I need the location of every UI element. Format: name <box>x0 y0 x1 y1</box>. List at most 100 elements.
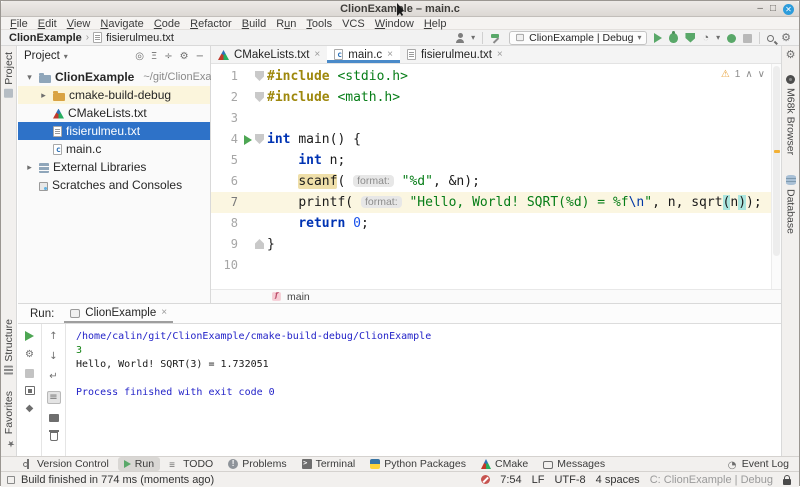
rerun-button[interactable] <box>25 331 34 341</box>
close-icon[interactable]: × <box>161 307 167 318</box>
scroll-to-end-icon[interactable] <box>47 391 61 404</box>
clear-all-icon[interactable] <box>50 432 58 441</box>
debug-button[interactable] <box>669 33 678 43</box>
toolwindow-toggle-icon[interactable] <box>7 476 15 484</box>
console-output[interactable]: /home/calin/git/ClionExample/cmake-build… <box>66 324 781 456</box>
event-log-button[interactable]: Event Log <box>722 457 799 471</box>
settings-gear-icon[interactable]: ⚙ <box>180 51 189 62</box>
toolwindow-terminal[interactable]: Terminal <box>296 457 362 471</box>
run-config-select[interactable]: ClionExample | Debug ▾ <box>509 31 647 45</box>
menu-edit[interactable]: Edit <box>33 18 62 30</box>
code-line-9[interactable]: 9} <box>211 234 771 255</box>
warning-stripe-mark[interactable] <box>774 150 780 153</box>
chevron-down-icon[interactable]: ▾ <box>64 52 68 61</box>
scrollbar-thumb[interactable] <box>773 66 780 256</box>
run-arrow-icon[interactable] <box>244 135 252 145</box>
toolwindow-cmake[interactable]: CMake <box>475 457 534 471</box>
fold-icon[interactable] <box>255 239 264 249</box>
build-hammer-button[interactable] <box>490 32 502 44</box>
editor-scrollbar[interactable] <box>771 64 781 289</box>
toolwindow-run[interactable]: Run <box>118 457 160 471</box>
print-icon[interactable] <box>49 414 59 422</box>
menu-run[interactable]: Run <box>271 18 301 30</box>
menu-code[interactable]: Code <box>149 18 185 30</box>
fold-icon[interactable] <box>255 92 264 102</box>
settings-gear-icon[interactable]: ⚙ <box>781 32 791 44</box>
code-line-2[interactable]: 2#include <math.h> <box>211 87 771 108</box>
code-line-4[interactable]: 4int main() { <box>211 129 771 150</box>
fold-icon[interactable] <box>255 71 264 81</box>
code-line-8[interactable]: 8 return 0; <box>211 213 771 234</box>
project-panel-title[interactable]: Project <box>24 50 60 62</box>
breadcrumb-function[interactable]: main <box>287 291 310 303</box>
toolwindow-python-packages[interactable]: Python Packages <box>364 457 472 471</box>
select-opened-file-icon[interactable]: ◎ <box>135 51 144 62</box>
code-line-6[interactable]: 6 scanf( format: "%d", &n); <box>211 171 771 192</box>
run-tab[interactable]: ClionExample × <box>64 304 173 323</box>
collapse-all-icon[interactable]: Ξ <box>151 51 157 62</box>
pin-tab-icon[interactable] <box>24 403 36 415</box>
down-stack-trace-icon[interactable] <box>48 351 60 363</box>
code-line-5[interactable]: 5 int n; <box>211 150 771 171</box>
menu-window[interactable]: Window <box>370 18 419 30</box>
tool-strip-tab-database[interactable]: Database <box>785 175 797 234</box>
hide-panel-icon[interactable]: − <box>196 51 204 62</box>
toolwindow-problems[interactable]: Problems <box>222 457 292 471</box>
tree-item-external-libraries[interactable]: ▸External Libraries <box>18 158 210 176</box>
minimize-icon[interactable]: – <box>757 2 763 16</box>
attach-process-button[interactable] <box>727 34 736 43</box>
maximize-icon[interactable]: □ <box>770 2 776 16</box>
status-7-54[interactable]: 7:54 <box>500 474 521 486</box>
run-button[interactable] <box>654 33 662 43</box>
tree-item-clionexample[interactable]: ▾ClionExample~/git/ClionExample <box>18 68 210 86</box>
tab-main-c[interactable]: main.c× <box>327 46 400 63</box>
status-lf[interactable]: LF <box>532 474 545 486</box>
chevron-down-icon[interactable]: ▾ <box>471 33 475 42</box>
user-icon[interactable] <box>456 39 464 43</box>
restore-layout-icon[interactable] <box>25 386 35 395</box>
menu-file[interactable]: File <box>5 18 33 30</box>
tab-fisierulmeu-txt[interactable]: fisierulmeu.txt× <box>400 46 510 63</box>
profiler-button[interactable]: ◔ <box>702 32 709 44</box>
code-line-7[interactable]: 7 printf( format: "Hello, World! SQRT(%d… <box>211 192 771 213</box>
up-stack-trace-icon[interactable] <box>48 331 60 343</box>
toolwindow-messages[interactable]: Messages <box>537 457 611 471</box>
code-line-10[interactable]: 10 <box>211 255 771 276</box>
tool-strip-tab-project[interactable]: Project <box>3 52 15 98</box>
chevron-right-icon[interactable]: ▸ <box>38 90 49 101</box>
tree-item-main-c[interactable]: main.c <box>18 140 210 158</box>
menu-view[interactable]: View <box>62 18 96 30</box>
tree-item-fisierulmeu-txt[interactable]: fisierulmeu.txt <box>18 122 210 140</box>
tool-strip-tab-favorites[interactable]: Favorites <box>3 391 15 448</box>
expand-all-icon[interactable]: ÷ <box>164 51 172 62</box>
breakpoint-mute-icon[interactable] <box>481 475 490 484</box>
stop-button[interactable] <box>743 34 752 43</box>
close-icon[interactable]: ✕ <box>783 4 794 15</box>
close-icon[interactable]: × <box>497 49 503 60</box>
tree-item-scratches-and-consoles[interactable]: Scratches and Consoles <box>18 176 210 194</box>
menu-tools[interactable]: Tools <box>301 18 337 30</box>
chevron-down-icon[interactable]: ▾ <box>716 33 720 42</box>
status-utf-8[interactable]: UTF-8 <box>554 474 585 486</box>
tree-item-cmake-build-debug[interactable]: ▸cmake-build-debug <box>18 86 210 104</box>
stop-button[interactable] <box>25 369 34 378</box>
run-settings-icon[interactable] <box>24 349 36 361</box>
coverage-button[interactable] <box>685 33 695 43</box>
chevron-right-icon[interactable]: ▸ <box>24 162 35 173</box>
code-lines[interactable]: 1#include <stdio.h>2#include <math.h>34i… <box>211 64 771 289</box>
code-line-3[interactable]: 3 <box>211 108 771 129</box>
toolwindow-version-control[interactable]: Version Control <box>17 457 115 471</box>
tree-item-cmakelists-txt[interactable]: CMakeLists.txt <box>18 104 210 122</box>
status-4-spaces[interactable]: 4 spaces <box>596 474 640 486</box>
soft-wrap-icon[interactable] <box>48 371 60 383</box>
tool-strip-tab-structure[interactable]: Structure <box>3 319 15 375</box>
status-c-clionexample-debug[interactable]: C: ClionExample | Debug <box>650 474 773 486</box>
chevron-down-icon[interactable]: ▾ <box>24 72 35 83</box>
lock-icon[interactable] <box>783 479 791 485</box>
search-icon[interactable] <box>767 35 774 42</box>
tab-cmakelists-txt[interactable]: CMakeLists.txt× <box>211 46 327 63</box>
breadcrumb-item-fisierulmeu-txt[interactable]: fisierulmeu.txt <box>93 32 174 44</box>
menu-vcs[interactable]: VCS <box>337 18 370 30</box>
menu-navigate[interactable]: Navigate <box>95 18 148 30</box>
close-icon[interactable]: × <box>314 49 320 60</box>
